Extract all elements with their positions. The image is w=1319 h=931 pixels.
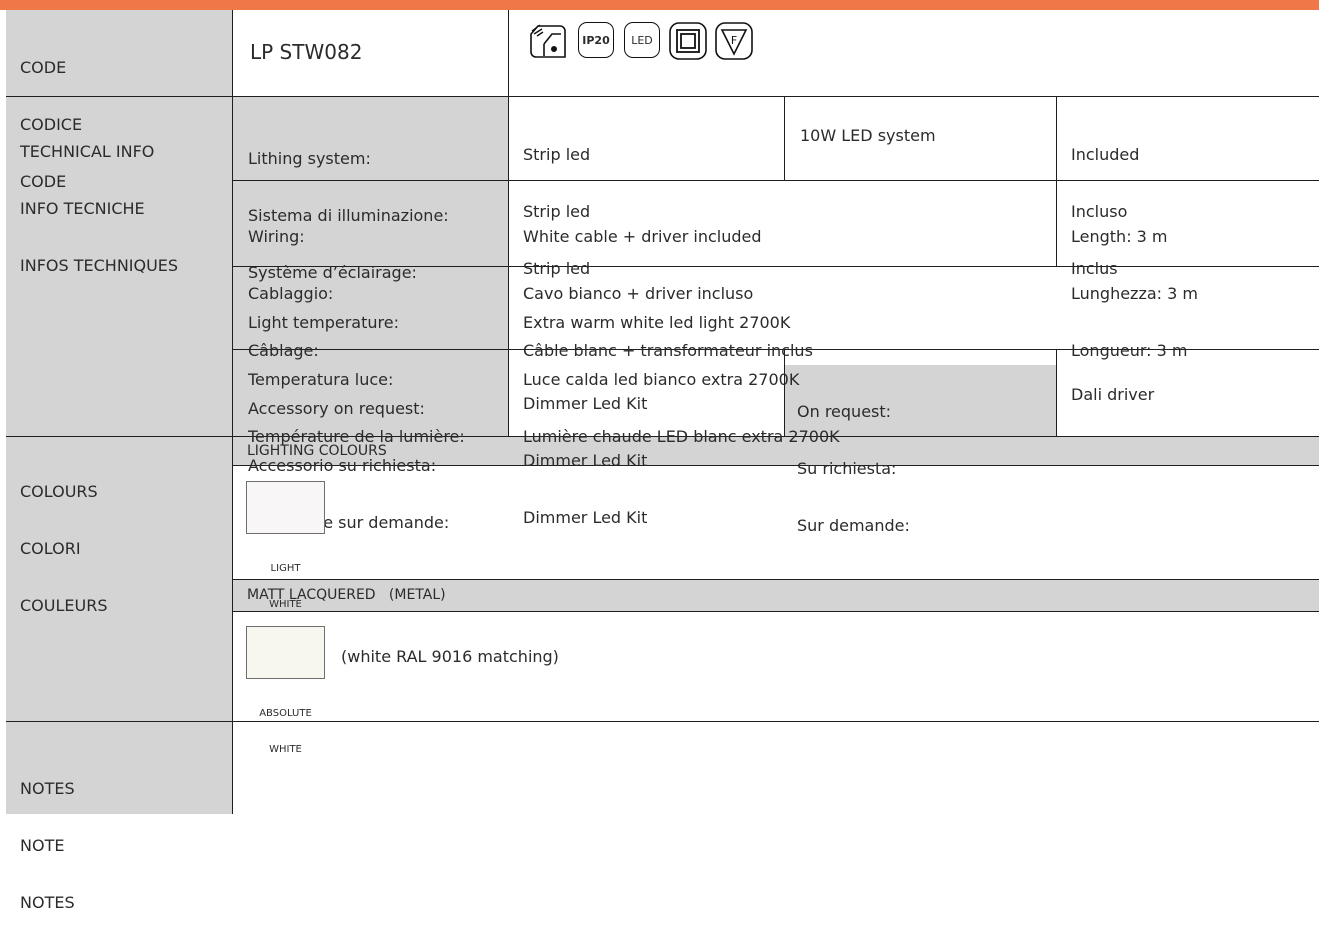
rule [1056,350,1057,437]
rule [508,10,509,437]
on-request-value: Dali driver [1071,385,1155,404]
value-line: Dimmer Led Kit [523,394,648,413]
double-insulation-class-ii-icon [669,22,707,60]
led-text: LED [631,33,653,47]
label-line: CODE [20,58,67,77]
label-line: Sur demande: [797,516,910,535]
value-line: Longueur: 3 m [1071,341,1188,360]
label-line: Su richiesta: [797,459,897,478]
rule [6,96,1319,97]
value-line: White cable + driver included [523,227,762,246]
label-line: NOTES [20,893,75,912]
matt-lacquered-header: MATT LACQUERED (METAL) [247,587,446,603]
f-mark-text: F [731,34,737,47]
value-line: Extra warm white led light 2700K [523,313,791,332]
f-mark-flammable-surface-icon: F [715,22,753,60]
adjustable-light-symbol-icon [530,24,566,58]
absolute-white-caption: ABSOLUTE WHITE [246,684,325,768]
label-line: Lithing system: [248,149,371,168]
matt-swatch-note: (white RAL 9016 matching) [341,647,559,666]
notes-label: NOTES NOTE NOTES [20,741,75,931]
value-line: Strip led [523,145,591,164]
lighting-colours-header: LIGHTING COLOURS [247,443,387,459]
ip20-rating-icon: IP20 [578,22,614,58]
label-line: Accessory on request: [248,399,425,418]
label-line: Light temperature: [248,313,399,332]
label-line: Wiring: [248,227,305,246]
label-line: INFO TECNICHE [20,199,145,218]
rule [232,10,233,814]
absolute-white-swatch [246,626,325,679]
product-code: LP STW082 [250,40,363,64]
label-line: COULEURS [20,596,108,615]
light-white-caption: LIGHT WHITE [246,539,325,623]
caption-line: LIGHT [270,563,301,574]
caption-line: WHITE [269,744,302,755]
rule [232,611,1319,612]
label-line: NOTES [20,779,75,798]
label-line: TECHNICAL INFO [20,142,155,161]
on-request-label: On request: Su richiesta: Sur demande: [797,364,910,554]
value-line: Dimmer Led Kit [523,451,648,470]
value-line: Dimmer Led Kit [523,508,648,527]
light-white-swatch [246,481,325,534]
label-line: COLORI [20,539,81,558]
colours-label: COLOURS COLORI COULEURS [20,444,107,634]
wiring-length-value: Length: 3 m Lunghezza: 3 m Longueur: 3 m [1071,189,1198,379]
value-line: Lunghezza: 3 m [1071,284,1198,303]
rule [784,97,785,181]
label-line: COLOURS [20,482,98,501]
ip20-text: IP20 [582,33,610,47]
label-line: NOTE [20,836,65,855]
label-line: INFOS TECHNIQUES [20,256,179,275]
rule [6,721,1319,722]
label-line: On request: [797,402,892,421]
rule [1056,97,1057,267]
accessory-value: Dimmer Led Kit Dimmer Led Kit Dimmer Led… [523,356,647,546]
rule [232,579,1319,580]
caption-line: ABSOLUTE [259,708,312,719]
value-line: Included [1071,145,1140,164]
accent-bar [0,0,1319,10]
technical-info-label: TECHNICAL INFO INFO TECNICHE INFOS TECHN… [20,104,178,294]
lighting-power-value: 10W LED system [800,126,936,145]
led-symbol-icon: LED [624,22,660,58]
value-line: Length: 3 m [1071,227,1168,246]
